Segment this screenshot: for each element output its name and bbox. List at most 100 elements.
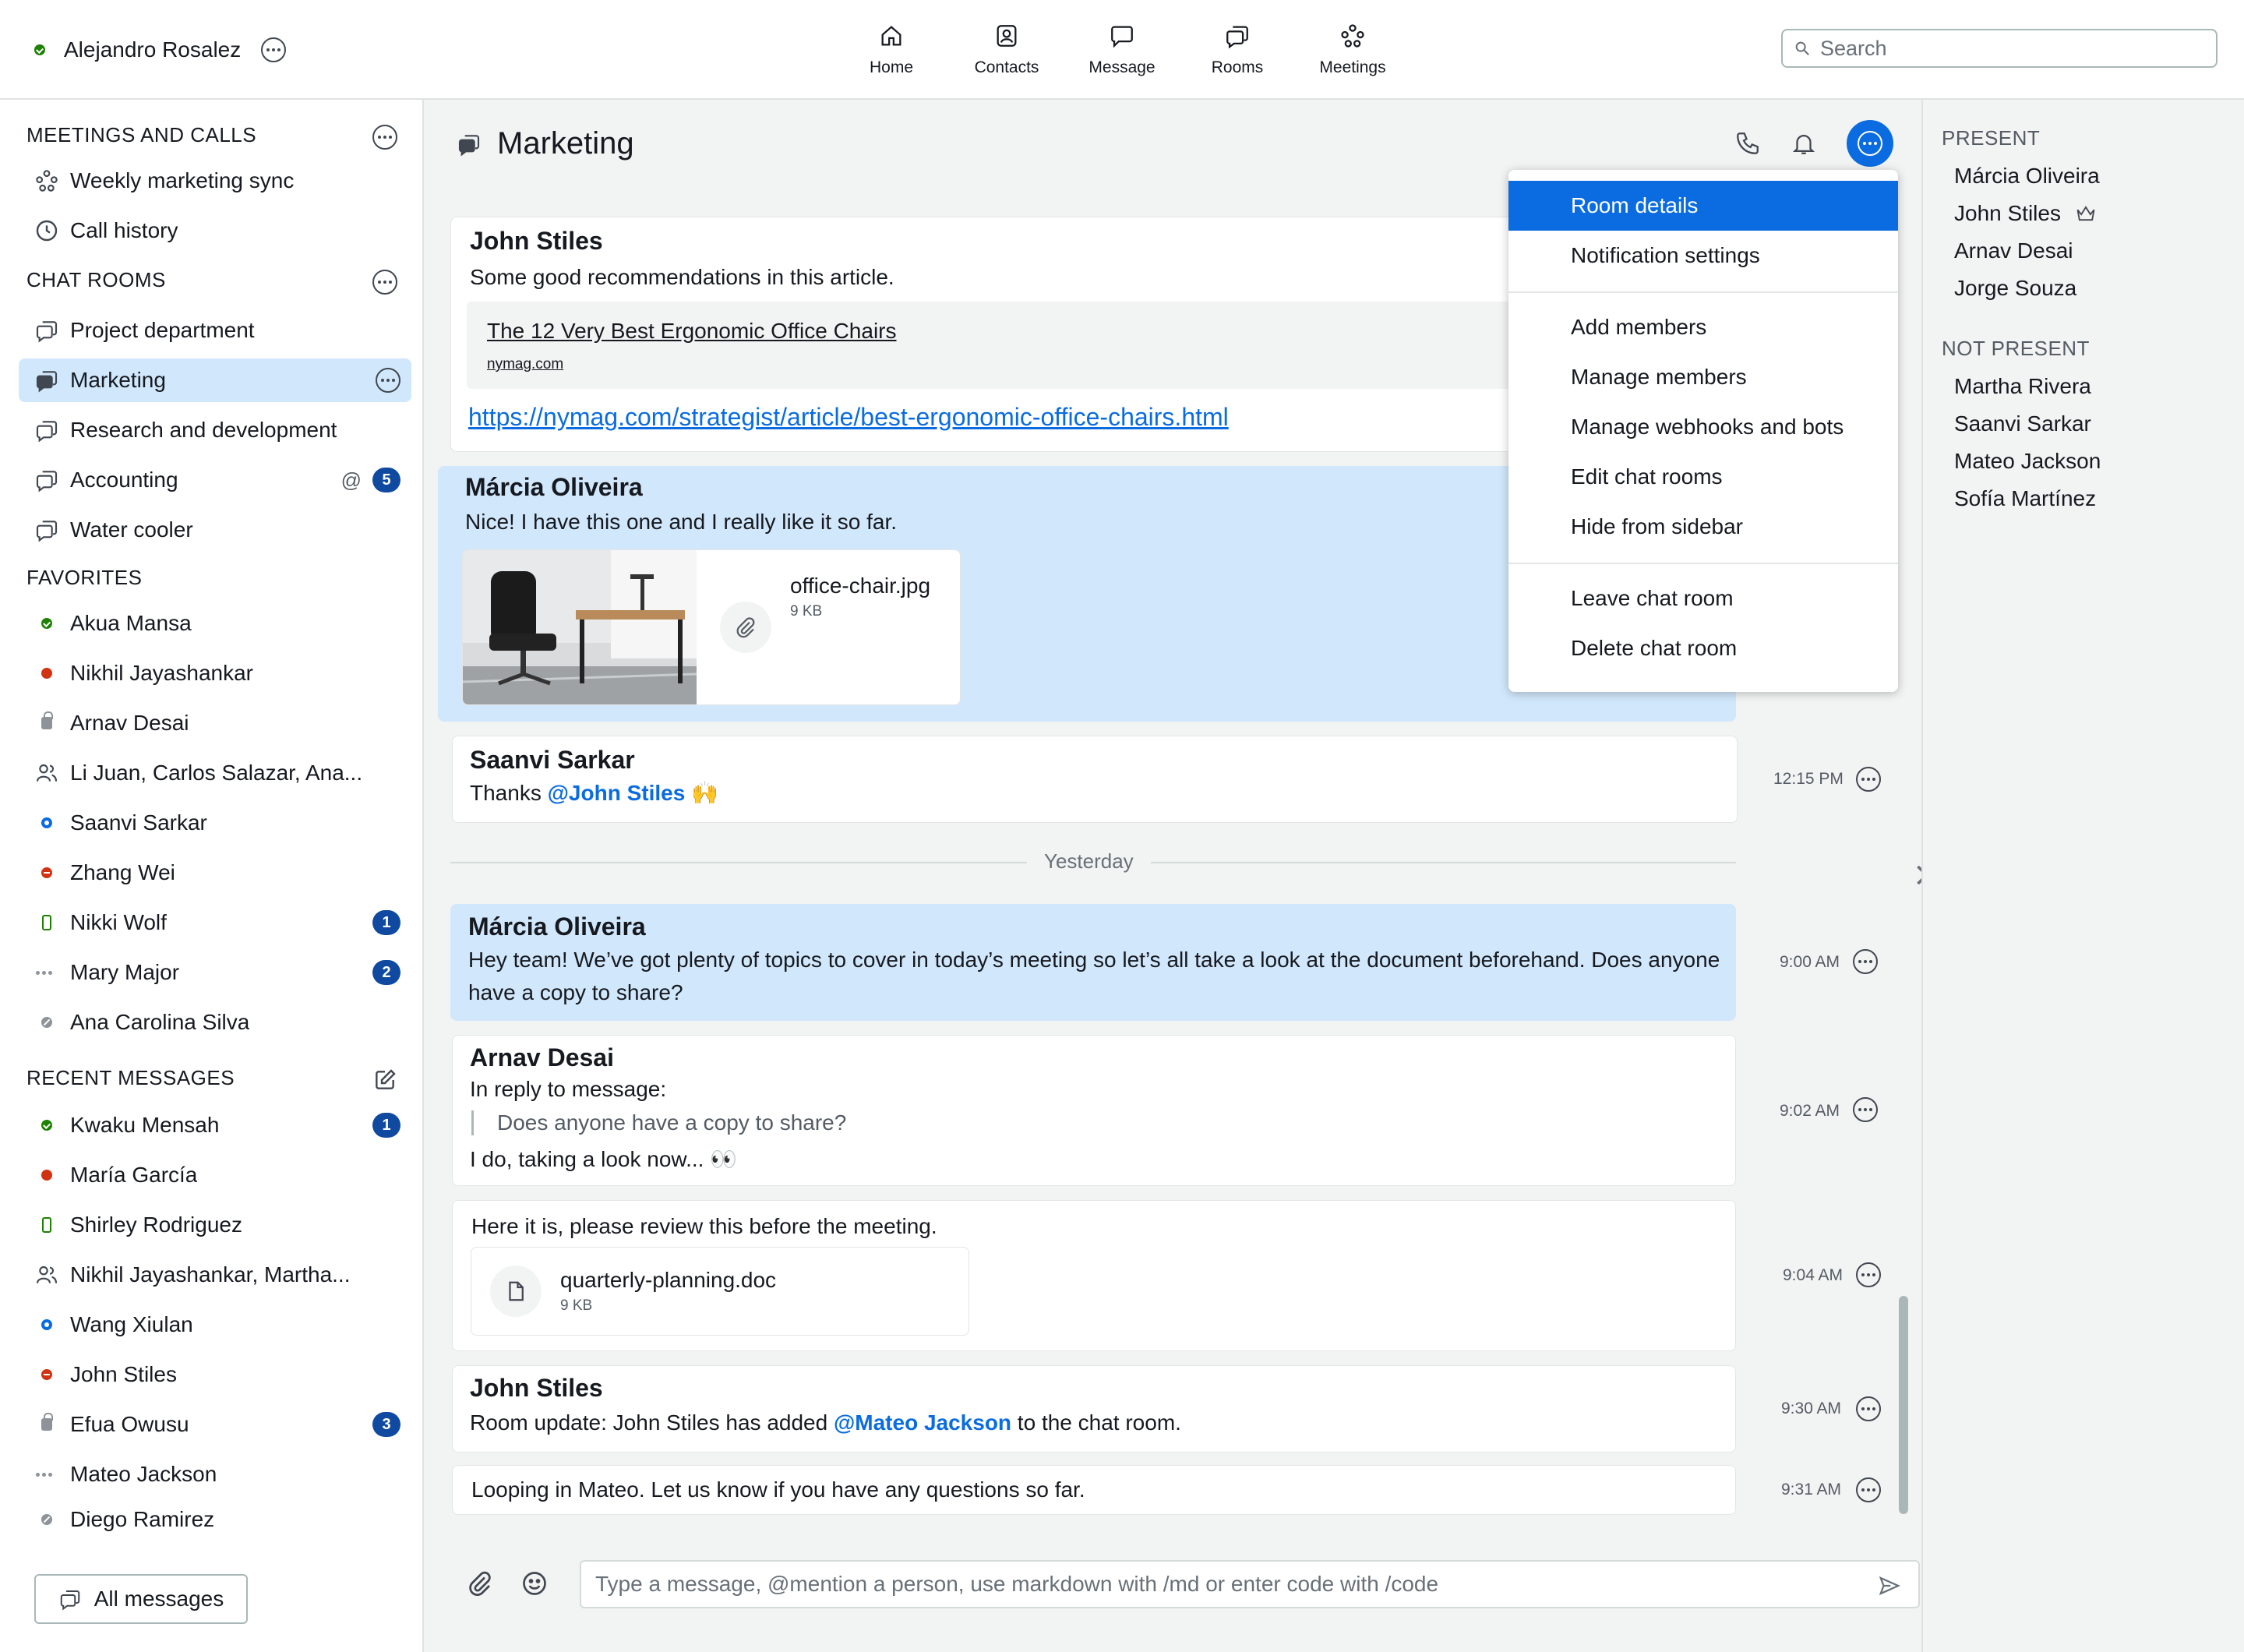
- message-text: Here it is, please review this before th…: [471, 1214, 937, 1238]
- meetings-section-header: MEETINGS AND CALLS: [26, 123, 257, 146]
- member-item[interactable]: John Stiles: [1954, 201, 2097, 226]
- marketing-more-icon[interactable]: [376, 368, 400, 393]
- mention-link[interactable]: @Mateo Jackson: [834, 1410, 1011, 1435]
- search-input[interactable]: [1820, 36, 2194, 61]
- chat-rooms-more-icon[interactable]: [372, 270, 397, 295]
- sidebar-item-project-department[interactable]: Project department: [19, 309, 411, 352]
- composer: Type a message, @mention a person, use m…: [425, 1549, 1921, 1652]
- sidebar-item-ana-carolina-silva[interactable]: Ana Carolina Silva: [19, 1001, 411, 1044]
- message-author: Saanvi Sarkar: [470, 746, 635, 774]
- message-more-icon[interactable]: [1856, 1477, 1881, 1502]
- sidebar-item-akua-mansa[interactable]: Akua Mansa: [19, 602, 411, 645]
- member-item[interactable]: Saanvi Sarkar: [1954, 411, 2091, 436]
- user-more-icon[interactable]: [261, 37, 287, 62]
- nav-meetings[interactable]: Meetings: [1295, 0, 1410, 100]
- sidebar-item-marketing[interactable]: Marketing: [19, 358, 411, 402]
- message-icon: [1111, 26, 1133, 48]
- link-preview[interactable]: The 12 Very Best Ergonomic Office Chairs…: [467, 302, 1573, 389]
- menu-item-manage-members[interactable]: Manage members: [1508, 352, 1898, 402]
- menu-item-leave-chat-room[interactable]: Leave chat room: [1508, 574, 1898, 623]
- sidebar-item-accounting[interactable]: Accounting @5: [19, 458, 411, 502]
- compose-icon[interactable]: [372, 1068, 397, 1093]
- menu-item-notification-settings[interactable]: Notification settings: [1508, 231, 1898, 281]
- sidebar-item-arnav-desai[interactable]: Arnav Desai: [19, 701, 411, 745]
- unread-badge: 1: [372, 910, 400, 935]
- phone-icon[interactable]: [1734, 130, 1761, 157]
- message-more-icon[interactable]: [1856, 1396, 1881, 1421]
- menu-item-edit-chat-rooms[interactable]: Edit chat rooms: [1508, 452, 1898, 502]
- menu-item-manage-webhooks[interactable]: Manage webhooks and bots: [1508, 402, 1898, 452]
- nav-message[interactable]: Message: [1064, 0, 1180, 100]
- member-item[interactable]: Mateo Jackson: [1954, 449, 2101, 474]
- message-scrollbar[interactable]: [1899, 1296, 1908, 1514]
- all-messages-button[interactable]: All messages: [34, 1574, 248, 1624]
- member-item[interactable]: Sofía Martínez: [1954, 486, 2096, 511]
- message-more-icon[interactable]: [1853, 949, 1878, 974]
- message-more-icon[interactable]: [1856, 767, 1881, 792]
- mention-indicator: @: [340, 468, 362, 492]
- sidebar-item-nikhil-jayashankar[interactable]: Nikhil Jayashankar: [19, 651, 411, 695]
- nav-home-label: Home: [869, 58, 914, 76]
- member-item[interactable]: Márcia Oliveira: [1954, 164, 2100, 189]
- sidebar-item-research-and-development[interactable]: Research and development: [19, 408, 411, 452]
- sidebar-item-shirley-rodriguez[interactable]: Shirley Rodriguez: [19, 1203, 411, 1247]
- room-more-button[interactable]: [1847, 120, 1893, 167]
- sidebar-item-label: Nikhil Jayashankar: [70, 661, 253, 685]
- sidebar-item-label: Nikki Wolf: [70, 910, 167, 934]
- sidebar-item-zhang-wei[interactable]: Zhang Wei: [19, 851, 411, 895]
- search-box[interactable]: [1781, 29, 2218, 68]
- sidebar-item-nikki-wolf[interactable]: Nikki Wolf 1: [19, 901, 411, 944]
- sidebar-item-maria-garcia[interactable]: María García: [19, 1153, 411, 1197]
- nav-home[interactable]: Home: [834, 0, 949, 100]
- message-author: Márcia Oliveira: [465, 473, 643, 501]
- sidebar-item-label: Arnav Desai: [70, 711, 189, 735]
- sidebar-item-wang-xiulan[interactable]: Wang Xiulan: [19, 1303, 411, 1347]
- sidebar-item-saanvi-sarkar[interactable]: Saanvi Sarkar: [19, 801, 411, 845]
- sidebar-item-call-history[interactable]: Call history: [19, 209, 411, 252]
- idle-status-icon: [36, 1472, 58, 1477]
- message-input[interactable]: Type a message, @mention a person, use m…: [580, 1560, 1920, 1608]
- nav-contacts[interactable]: Contacts: [949, 0, 1064, 100]
- mention-link[interactable]: @John Stiles: [548, 781, 686, 805]
- sidebar-item-kwaku-mensah[interactable]: Kwaku Mensah 1: [19, 1103, 411, 1147]
- sidebar-item-mary-major[interactable]: Mary Major 2: [19, 951, 411, 994]
- bell-icon[interactable]: [1791, 130, 1817, 157]
- attachment-icon-wrap: [720, 602, 771, 653]
- sidebar-item-group-nikhil[interactable]: Nikhil Jayashankar, Martha...: [19, 1253, 411, 1297]
- meetings-more-icon[interactable]: [372, 125, 397, 150]
- message-text-part: Room update: John Stiles has added: [470, 1410, 834, 1435]
- paperclip-icon[interactable]: [466, 1569, 494, 1597]
- message-link[interactable]: https://nymag.com/strategist/article/bes…: [468, 403, 1229, 432]
- send-icon[interactable]: [1878, 1574, 1901, 1597]
- busy-status-icon: [41, 668, 52, 679]
- favorites-section-header: FAVORITES: [26, 566, 143, 589]
- file-attachment[interactable]: quarterly-planning.doc 9 KB: [471, 1247, 969, 1336]
- message-more-icon[interactable]: [1856, 1262, 1881, 1287]
- member-item[interactable]: Martha Rivera: [1954, 374, 2091, 399]
- sidebar-item-weekly-marketing-sync[interactable]: Weekly marketing sync: [19, 159, 411, 203]
- sidebar-item-label: Saanvi Sarkar: [70, 810, 207, 835]
- nav-rooms[interactable]: Rooms: [1180, 0, 1295, 100]
- crown-icon: [2076, 206, 2095, 221]
- image-attachment[interactable]: office-chair.jpg 9 KB: [462, 549, 961, 705]
- sidebar-item-label: Call history: [70, 218, 178, 242]
- message-more-icon[interactable]: [1853, 1097, 1878, 1122]
- menu-item-hide-from-sidebar[interactable]: Hide from sidebar: [1508, 502, 1898, 552]
- menu-separator: [1508, 291, 1898, 293]
- sidebar-item-label: Zhang Wei: [70, 860, 175, 884]
- menu-item-room-details[interactable]: Room details: [1508, 181, 1898, 231]
- room-options-menu: Room details Notification settings Add m…: [1508, 170, 1898, 692]
- sidebar-item-diego-ramirez[interactable]: Diego Ramirez: [19, 1498, 411, 1541]
- sidebar-item-efua-owusu[interactable]: Efua Owusu 3: [19, 1403, 411, 1446]
- sidebar-item-john-stiles[interactable]: John Stiles: [19, 1353, 411, 1396]
- menu-item-delete-chat-room[interactable]: Delete chat room: [1508, 623, 1898, 673]
- emoji-icon[interactable]: [520, 1569, 549, 1597]
- contacts-icon: [997, 25, 1017, 47]
- sidebar-item-mateo-jackson[interactable]: Mateo Jackson: [19, 1453, 411, 1496]
- sidebar-item-group-li-juan[interactable]: Li Juan, Carlos Salazar, Ana...: [19, 751, 411, 795]
- member-item[interactable]: Arnav Desai: [1954, 238, 2073, 263]
- sidebar-item-water-cooler[interactable]: Water cooler: [19, 508, 411, 552]
- current-user[interactable]: Alejandro Rosalez: [34, 31, 287, 69]
- menu-item-add-members[interactable]: Add members: [1508, 302, 1898, 352]
- member-item[interactable]: Jorge Souza: [1954, 276, 2076, 301]
